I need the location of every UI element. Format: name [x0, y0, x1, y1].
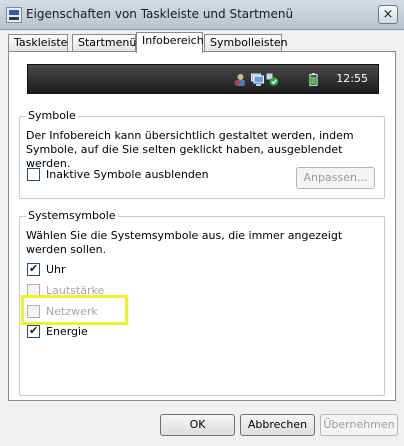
systemsymbole-description: Wählen Sie die Systemsymbole aus, die im…: [26, 229, 343, 256]
tab-symbolleisten[interactable]: Symbolleisten: [204, 34, 288, 52]
system-icon-row-energie[interactable]: Energie: [27, 324, 147, 339]
apply-button[interactable]: Übernehmen: [320, 414, 398, 436]
uhr-checkbox[interactable]: [27, 262, 40, 276]
taskbar-preview: 12:55: [27, 64, 379, 94]
window-icon: [6, 7, 22, 23]
hide-inactive-label[interactable]: Inaktive Symbole ausblenden: [46, 168, 209, 181]
tab-startmenu[interactable]: Startmenü: [72, 34, 136, 52]
network-icon: [251, 73, 264, 86]
hide-inactive-checkbox[interactable]: [27, 168, 40, 181]
symbole-group: Symbole Der Infobereich kann übersichtli…: [19, 109, 385, 199]
customize-button[interactable]: Anpassen...: [296, 167, 375, 189]
cancel-button[interactable]: Abbrechen: [240, 414, 315, 436]
user-icon: [234, 74, 245, 86]
tab-infobereich[interactable]: Infobereich: [136, 32, 204, 53]
security-check-icon: [266, 73, 279, 86]
title-bar: Eigenschaften von Taskleiste und Startme…: [0, 0, 404, 30]
close-button[interactable]: ×: [378, 5, 398, 24]
hide-inactive-row[interactable]: Inaktive Symbole ausblenden: [27, 168, 227, 182]
highlight-annotation: [21, 295, 128, 325]
symbole-description: Der Infobereich kann übersichtlich gesta…: [26, 129, 354, 170]
ok-button[interactable]: OK: [160, 414, 235, 436]
system-icon-row-uhr[interactable]: Uhr: [27, 262, 147, 277]
tray-clock: 12:55: [336, 72, 368, 85]
energie-label[interactable]: Energie: [46, 325, 88, 338]
uhr-label[interactable]: Uhr: [46, 263, 66, 276]
symbole-group-title: Symbole: [26, 109, 78, 122]
systemsymbole-group-title: Systemsymbole: [26, 209, 118, 222]
tab-taskleiste[interactable]: Taskleiste: [8, 34, 68, 52]
energie-checkbox[interactable]: [27, 324, 40, 338]
window-title: Eigenschaften von Taskleiste und Startme…: [26, 7, 294, 21]
battery-icon: [309, 73, 318, 86]
tab-panel-infobereich: 12:55 Symbole Der Infobereich kann übers…: [8, 51, 396, 401]
